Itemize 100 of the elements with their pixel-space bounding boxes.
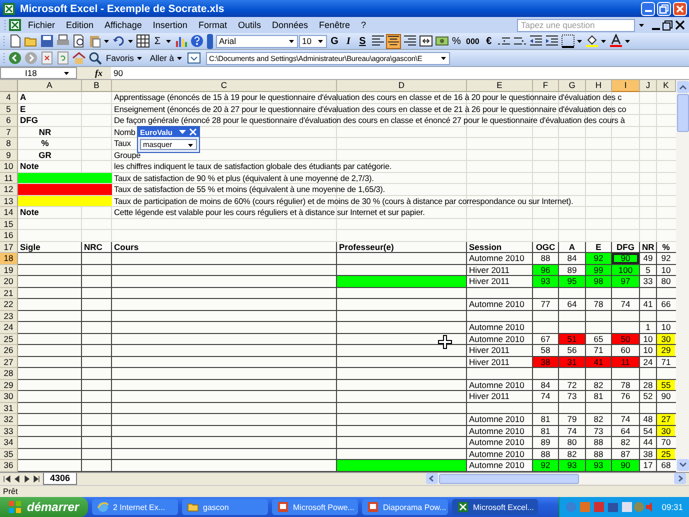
row-header[interactable]: 12 [0, 184, 18, 196]
align-center-button[interactable] [386, 34, 401, 48]
row-header[interactable]: 10 [0, 161, 18, 172]
font-size-dropdown[interactable]: 10 [299, 34, 327, 48]
favorites-button[interactable]: Favoris [103, 50, 146, 66]
dropdown-caret-icon[interactable] [624, 38, 632, 44]
undo-icon[interactable] [112, 34, 126, 48]
row-header[interactable]: 11 [0, 172, 18, 184]
italic-button[interactable]: I [342, 34, 355, 48]
column-header[interactable]: A [18, 80, 82, 92]
column-header[interactable]: G [559, 80, 586, 92]
sheet-tab[interactable]: 4306 [43, 472, 78, 484]
first-sheet-icon[interactable] [3, 474, 11, 482]
row-header[interactable]: 35 [0, 448, 18, 460]
menu-item[interactable]: Format [193, 20, 232, 30]
row-header[interactable]: 19 [0, 264, 18, 276]
row-header[interactable]: 36 [0, 460, 18, 472]
row-header[interactable]: 20 [0, 276, 18, 288]
formula-field[interactable]: 90 [110, 67, 689, 79]
print-preview-icon[interactable] [72, 34, 86, 48]
row-header[interactable]: 15 [0, 218, 18, 230]
dropdown-caret-icon[interactable] [165, 38, 172, 44]
row-header[interactable]: 13 [0, 196, 18, 207]
scroll-up-icon[interactable] [676, 81, 688, 93]
column-header[interactable]: C [112, 80, 337, 92]
print-icon[interactable] [56, 34, 70, 48]
restore-icon[interactable] [661, 19, 673, 31]
go-to-button[interactable]: Aller à [146, 50, 186, 66]
row-header[interactable]: 22 [0, 299, 18, 310]
menu-item[interactable]: ? [356, 20, 372, 30]
chart-icon[interactable] [174, 34, 188, 48]
next-sheet-icon[interactable] [23, 474, 31, 482]
increase-indent-icon[interactable] [544, 34, 559, 48]
save-icon[interactable] [40, 34, 54, 48]
scroll-thumb[interactable] [676, 94, 688, 132]
borders-icon[interactable] [560, 34, 575, 48]
bold-button[interactable]: G [328, 34, 341, 48]
font-dropdown[interactable]: Arial [216, 34, 298, 48]
merge-center-button[interactable] [418, 34, 433, 48]
font-color-icon[interactable] [608, 34, 623, 48]
column-header[interactable]: J [640, 80, 657, 92]
close-icon[interactable] [674, 19, 686, 31]
menu-item[interactable]: Edition [61, 20, 99, 30]
row-header[interactable]: 33 [0, 426, 18, 437]
previous-sheet-icon[interactable] [13, 474, 21, 482]
taskbar-button[interactable]: gascon [182, 499, 268, 515]
row-header[interactable]: 18 [0, 253, 18, 264]
scroll-thumb[interactable] [439, 474, 579, 484]
row-header[interactable]: 34 [0, 437, 18, 448]
row-header[interactable]: 29 [0, 380, 18, 391]
row-header[interactable]: 27 [0, 356, 18, 368]
menu-item[interactable]: Fenêtre [314, 20, 356, 30]
function-button[interactable]: fx [77, 68, 110, 78]
taskbar-button[interactable]: Microsoft Powe... [272, 499, 358, 515]
row-header[interactable]: 14 [0, 207, 18, 218]
help-search-field[interactable]: Tapez une question [517, 18, 635, 32]
menu-item[interactable]: Outils [232, 20, 266, 30]
close-button[interactable] [673, 2, 687, 16]
row-header[interactable]: 4 [0, 92, 18, 104]
taskbar-button[interactable]: 2 Internet Ex... [92, 499, 178, 515]
paste-icon[interactable] [88, 34, 102, 48]
underline-button[interactable]: S [356, 34, 369, 48]
row-header[interactable]: 31 [0, 402, 18, 414]
table-icon[interactable] [136, 34, 150, 48]
maximize-button[interactable] [657, 2, 671, 16]
row-header[interactable]: 6 [0, 115, 18, 126]
menu-item[interactable]: Affichage [100, 20, 147, 30]
row-header[interactable]: 21 [0, 288, 18, 299]
row-header[interactable]: 5 [0, 104, 18, 115]
column-header[interactable]: F [533, 80, 559, 92]
vertical-scrollbar[interactable] [676, 80, 689, 472]
taskbar-button[interactable]: Diaporama Pow... [362, 499, 448, 515]
menu-item[interactable]: Insertion [148, 20, 192, 30]
menu-item[interactable]: Données [266, 20, 314, 30]
row-header[interactable]: 16 [0, 230, 18, 242]
minimize-button[interactable] [641, 2, 655, 16]
spreadsheet-icon[interactable] [8, 18, 22, 32]
home-icon[interactable] [72, 51, 86, 65]
dropdown-caret-icon[interactable] [576, 38, 584, 44]
row-header[interactable]: 23 [0, 310, 18, 322]
currency-button[interactable]: € [482, 34, 496, 48]
back-icon[interactable] [8, 51, 22, 65]
row-header[interactable]: 32 [0, 414, 18, 426]
row-header[interactable]: 28 [0, 368, 18, 380]
align-left-button[interactable] [370, 34, 385, 48]
taskbar-button[interactable]: Microsoft Excel... [452, 499, 538, 515]
stop-icon[interactable] [40, 51, 54, 65]
row-header[interactable]: 25 [0, 334, 18, 345]
dropdown-caret-icon[interactable] [600, 38, 608, 44]
row-header[interactable]: 17 [0, 242, 18, 253]
banknote-icon[interactable] [434, 34, 448, 48]
row-header[interactable]: 24 [0, 322, 18, 334]
search-icon[interactable] [88, 51, 102, 65]
column-header[interactable]: D [337, 80, 467, 92]
toggle-toolbar-icon[interactable] [187, 51, 202, 65]
row-header[interactable]: 8 [0, 138, 18, 150]
column-header[interactable]: H [586, 80, 612, 92]
autosum-button[interactable]: Σ [151, 34, 164, 48]
dropdown-caret-icon[interactable] [103, 38, 110, 44]
horizontal-scrollbar[interactable] [426, 473, 686, 484]
